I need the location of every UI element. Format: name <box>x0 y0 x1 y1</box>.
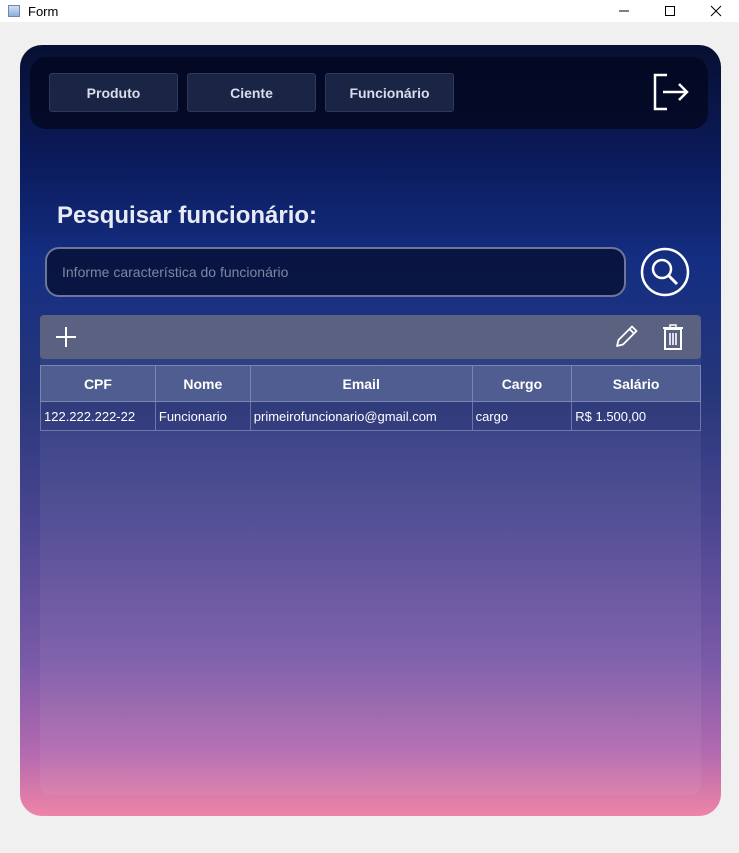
plus-icon[interactable] <box>52 323 80 351</box>
search-icon <box>651 258 673 280</box>
column-header-cpf[interactable]: CPF <box>40 365 156 402</box>
logout-icon[interactable] <box>651 72 691 112</box>
cell-cargo[interactable]: cargo <box>471 401 573 431</box>
cell-cpf[interactable]: 122.222.222-22 <box>40 401 156 431</box>
employees-table: CPF Nome Email Cargo Salário 122.222.222… <box>40 365 701 431</box>
app-icon <box>8 5 20 17</box>
column-header-nome[interactable]: Nome <box>154 365 251 402</box>
search-button[interactable] <box>640 247 690 297</box>
cell-nome[interactable]: Funcionario <box>154 401 251 431</box>
cell-email[interactable]: primeirofuncionario@gmail.com <box>249 401 473 431</box>
minimize-icon <box>619 10 629 12</box>
main-card: Produto Ciente Funcionário Pesquisar fun… <box>20 45 721 816</box>
table-header-row: CPF Nome Email Cargo Salário <box>40 365 701 402</box>
minimize-button[interactable] <box>601 0 647 22</box>
nav-produto-button[interactable]: Produto <box>49 73 178 112</box>
maximize-icon <box>665 6 675 16</box>
window-title: Form <box>28 3 59 19</box>
column-header-salario[interactable]: Salário <box>571 365 701 402</box>
window-controls <box>601 0 739 22</box>
top-navbar: Produto Ciente Funcionário <box>30 57 708 129</box>
pencil-icon[interactable] <box>612 323 640 351</box>
close-icon <box>710 5 722 17</box>
nav-cliente-button[interactable]: Ciente <box>187 73 316 112</box>
trash-icon[interactable] <box>659 323 687 351</box>
table-row[interactable]: 122.222.222-22 Funcionario primeirofunci… <box>40 401 701 431</box>
search-title: Pesquisar funcionário: <box>57 202 318 229</box>
close-button[interactable] <box>693 0 739 22</box>
cell-salario[interactable]: R$ 1.500,00 <box>571 401 701 431</box>
window-titlebar: Form <box>0 0 739 22</box>
maximize-button[interactable] <box>647 0 693 22</box>
table-toolbar <box>40 315 701 359</box>
nav-funcionario-button[interactable]: Funcionário <box>325 73 454 112</box>
search-input[interactable] <box>45 247 626 297</box>
column-header-email[interactable]: Email <box>249 365 473 402</box>
column-header-cargo[interactable]: Cargo <box>471 365 573 402</box>
